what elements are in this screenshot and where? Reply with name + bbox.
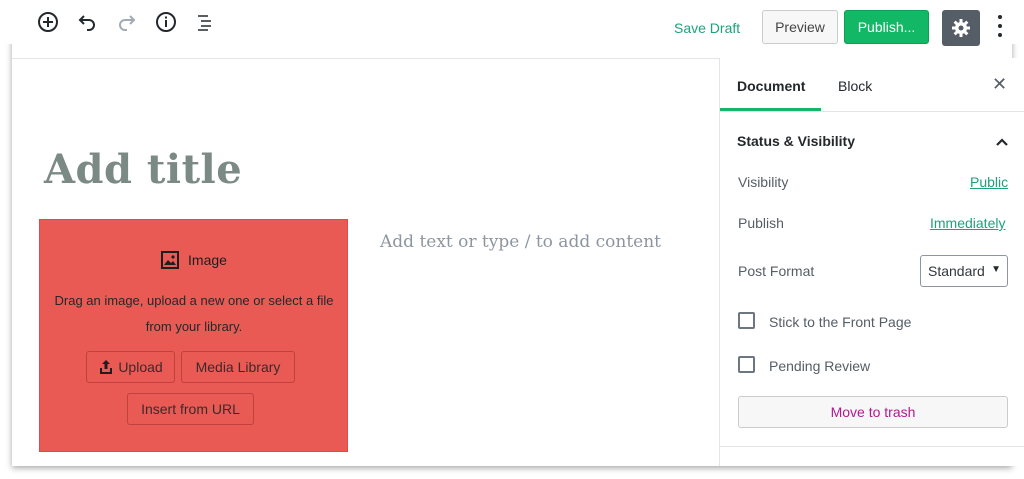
close-icon[interactable]: ✕	[992, 74, 1007, 95]
upload-icon	[100, 360, 113, 374]
image-icon	[161, 251, 180, 269]
publish-button[interactable]: Publish...	[844, 10, 929, 44]
post-format-value: Standard	[928, 263, 985, 279]
publish-date-link[interactable]: Immediately	[930, 215, 1005, 231]
tabs-divider	[720, 111, 1024, 112]
top-toolbar: Save Draft Preview Publish...	[0, 0, 1024, 46]
dropdown-arrow-icon: ▼	[991, 264, 1001, 275]
more-options-icon[interactable]	[992, 12, 1008, 40]
undo-icon[interactable]	[76, 10, 100, 34]
upload-button[interactable]: Upload	[86, 351, 175, 383]
pending-review-checkbox[interactable]	[738, 356, 755, 373]
add-block-icon[interactable]	[36, 10, 60, 34]
stick-to-front-checkbox[interactable]	[738, 312, 755, 329]
panel-title-status-visibility[interactable]: Status & Visibility	[737, 133, 855, 149]
save-draft-link[interactable]: Save Draft	[674, 20, 740, 36]
media-library-button[interactable]: Media Library	[181, 351, 295, 383]
image-block[interactable]: Image Drag an image, upload a new one or…	[39, 219, 348, 452]
tab-block[interactable]: Block	[838, 78, 872, 94]
block-navigation-icon[interactable]	[193, 10, 217, 34]
content-placeholder[interactable]: Add text or type / to add content	[380, 232, 661, 252]
move-to-trash-button[interactable]: Move to trash	[738, 396, 1008, 428]
image-block-label: Image	[188, 252, 227, 268]
stick-to-front-label[interactable]: Stick to the Front Page	[769, 314, 911, 330]
post-title-input[interactable]: Add title	[44, 146, 242, 193]
publish-label: Publish	[738, 215, 784, 231]
redo-icon[interactable]	[114, 10, 138, 34]
preview-button[interactable]: Preview	[762, 10, 838, 44]
post-format-select[interactable]: Standard ▼	[920, 255, 1008, 287]
tab-document[interactable]: Document	[737, 78, 805, 94]
settings-sidebar: Document Block ✕ Status & Visibility Vis…	[719, 58, 1024, 466]
image-block-description: Drag an image, upload a new one or selec…	[54, 293, 334, 334]
chevron-up-icon[interactable]	[995, 134, 1009, 152]
panel-divider	[720, 446, 1024, 447]
info-icon[interactable]	[154, 10, 178, 34]
insert-from-url-button[interactable]: Insert from URL	[127, 393, 254, 425]
gear-icon	[952, 19, 970, 37]
header-divider	[12, 58, 719, 59]
visibility-label: Visibility	[738, 174, 789, 190]
pending-review-label[interactable]: Pending Review	[769, 358, 870, 374]
upload-label: Upload	[118, 359, 163, 375]
post-format-label: Post Format	[738, 263, 815, 279]
visibility-link[interactable]: Public	[970, 174, 1008, 190]
settings-button[interactable]	[942, 10, 980, 46]
image-block-header: Image	[40, 250, 347, 270]
